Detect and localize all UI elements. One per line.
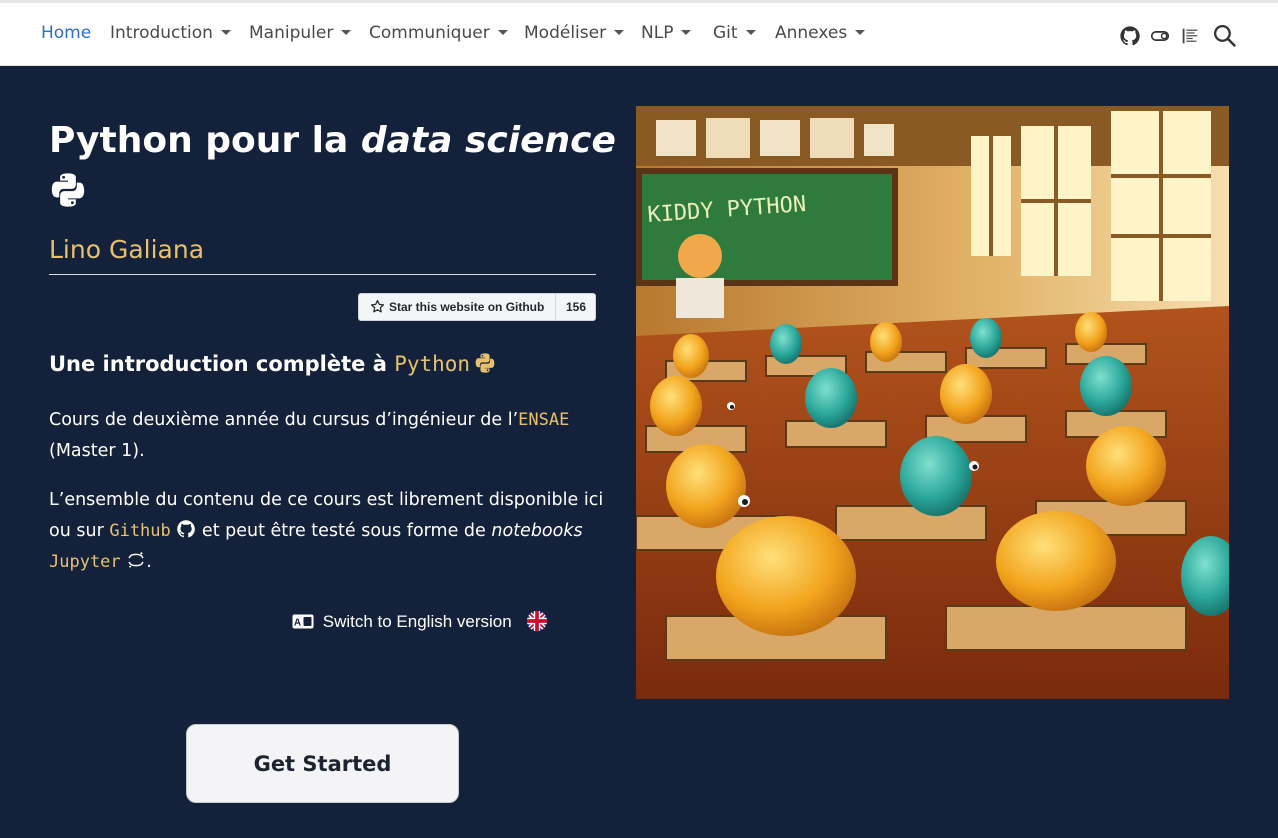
nav-introduction[interactable]: Introduction bbox=[110, 23, 231, 47]
github-link[interactable]: Github bbox=[109, 521, 170, 541]
github-star-label: Star this website on Github bbox=[389, 300, 545, 314]
navbar: Home Introduction Manipuler Communiquer … bbox=[0, 3, 1278, 66]
nav-nlp[interactable]: NLP bbox=[641, 23, 692, 47]
hero-illustration: KIDDY PYTHON bbox=[636, 106, 1229, 699]
ensae-link[interactable]: ENSAE bbox=[518, 410, 569, 430]
course-description: Cours de deuxième année du cursus d’ingé… bbox=[49, 410, 570, 461]
chevron-down-icon bbox=[220, 29, 231, 35]
chevron-down-icon bbox=[681, 29, 692, 35]
chevron-down-icon bbox=[497, 29, 508, 35]
star-count: 156 bbox=[565, 300, 587, 314]
get-started-button[interactable]: Get Started bbox=[186, 724, 459, 803]
toggle-icon[interactable] bbox=[1149, 25, 1171, 47]
chevron-down-icon bbox=[855, 29, 866, 35]
star-icon bbox=[370, 299, 385, 313]
search-icon[interactable] bbox=[1212, 23, 1237, 48]
section-subtitle: Une introduction complète à Python bbox=[49, 352, 496, 376]
divider bbox=[49, 274, 596, 275]
github-icon[interactable] bbox=[1119, 25, 1141, 47]
nav-git[interactable]: Git bbox=[713, 23, 756, 47]
jupyter-icon bbox=[128, 552, 144, 568]
nav-annexes[interactable]: Annexes bbox=[775, 23, 866, 47]
reader-icon[interactable] bbox=[1179, 25, 1201, 47]
chevron-down-icon bbox=[341, 29, 352, 35]
python-icon bbox=[475, 353, 495, 373]
language-icon: A bbox=[292, 614, 314, 629]
python-icon bbox=[51, 173, 85, 207]
jupyter-link[interactable]: Jupyter bbox=[49, 552, 121, 572]
nav-manipuler[interactable]: Manipuler bbox=[249, 23, 352, 47]
github-icon bbox=[177, 520, 196, 538]
page-title: Python pour la data science bbox=[49, 120, 616, 161]
switch-language-link[interactable]: A Switch to English version bbox=[292, 610, 548, 632]
chevron-down-icon bbox=[614, 29, 625, 35]
nav-communiquer[interactable]: Communiquer bbox=[369, 23, 508, 47]
svg-text:A: A bbox=[294, 618, 301, 629]
availability-text: L’ensemble du contenu de ce cours est li… bbox=[49, 490, 604, 572]
author-name: Lino Galiana bbox=[49, 235, 205, 264]
nav-home[interactable]: Home bbox=[41, 23, 91, 47]
github-star-button[interactable]: Star this website on Github 156 bbox=[358, 293, 596, 321]
nav-modeliser[interactable]: Modéliser bbox=[524, 23, 625, 47]
uk-flag-icon bbox=[527, 610, 548, 632]
chevron-down-icon bbox=[745, 29, 756, 35]
